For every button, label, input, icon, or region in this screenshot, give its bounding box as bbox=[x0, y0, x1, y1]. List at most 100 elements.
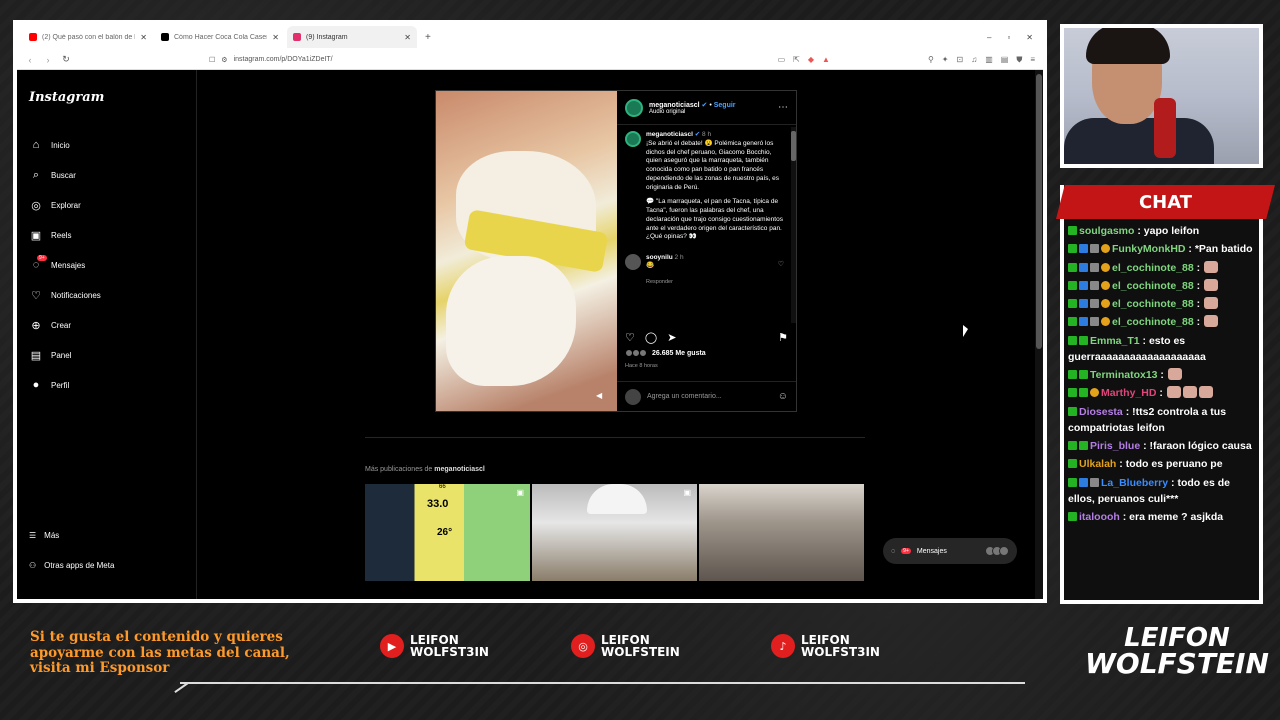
like-icon[interactable]: ♡ bbox=[625, 331, 635, 344]
social-handle: WOLFST3IN bbox=[410, 645, 489, 659]
tiktok-icon: ♪ bbox=[771, 634, 795, 658]
chat-username[interactable]: Marthy_HD bbox=[1101, 387, 1156, 399]
comment-username[interactable]: sooynilu bbox=[646, 254, 673, 261]
emoji-icon[interactable]: ☺ bbox=[778, 391, 788, 402]
sidebar-item-perfil[interactable]: ● Perfil bbox=[29, 370, 101, 400]
pin-icon[interactable]: ⚲ bbox=[928, 55, 934, 65]
tiktok-favicon-icon bbox=[161, 33, 169, 41]
more-posts-user[interactable]: meganoticiascl bbox=[434, 466, 485, 473]
close-tab-icon[interactable]: ✕ bbox=[272, 33, 279, 42]
chat-badge-icon bbox=[1079, 280, 1088, 290]
chat-emote-icon bbox=[1167, 368, 1182, 381]
volume-icon[interactable]: ◀ bbox=[596, 391, 602, 400]
chat-text: yapo leifon bbox=[1143, 225, 1200, 237]
menu-icon[interactable]: ≡ bbox=[1030, 55, 1035, 65]
brave-shield-icon[interactable]: ◆ bbox=[808, 55, 814, 65]
chat-username[interactable]: el_cochinote_88 bbox=[1112, 262, 1194, 274]
cast-icon[interactable]: ▭ bbox=[778, 55, 786, 65]
chat-username[interactable]: Diosesta bbox=[1079, 406, 1123, 418]
follow-button[interactable]: Seguir bbox=[714, 102, 736, 109]
sidebar-item-inicio[interactable]: ⌂ Inicio bbox=[29, 130, 101, 160]
site-info-icon[interactable]: ⚙ bbox=[221, 56, 227, 64]
chat-username[interactable]: el_cochinote_88 bbox=[1112, 280, 1194, 292]
sidebar-item-crear[interactable]: ⊕ Crear bbox=[29, 310, 101, 340]
post-video[interactable]: ◀ bbox=[436, 91, 617, 411]
add-comment-field[interactable]: Agrega un comentario... ☺ bbox=[617, 381, 796, 411]
comments-scrollbar[interactable] bbox=[791, 127, 796, 323]
more-posts-title: Más publicaciones de meganoticiascl bbox=[365, 466, 485, 473]
avatar[interactable] bbox=[625, 254, 641, 271]
chat-badge-icon bbox=[1101, 262, 1110, 272]
forward-icon[interactable]: › bbox=[43, 55, 53, 65]
tab-baloncesto[interactable]: (2) Qué pasó con el balón de baloncesto … bbox=[23, 26, 153, 48]
url-field[interactable]: ☐ ⚙ instagram.com/p/DOYa1iZDeIT/ bbox=[209, 56, 333, 64]
audio-label[interactable]: Audio original bbox=[649, 109, 736, 115]
share-icon[interactable]: ➤ bbox=[667, 331, 676, 344]
chat-message: el_cochinote_88 : bbox=[1068, 260, 1255, 276]
tab-coca-cola[interactable]: Cómo Hacer Coca Cola Casera: Receta ✕ bbox=[155, 26, 285, 48]
post-actions: ♡ ◯ ➤ ⚑ bbox=[625, 331, 788, 344]
chat-username[interactable]: FunkyMonkHD bbox=[1112, 243, 1186, 255]
chat-username[interactable]: el_cochinote_88 bbox=[1112, 298, 1194, 310]
maximize-button[interactable]: ▫ bbox=[1007, 33, 1010, 42]
chat-username[interactable]: Piris_blue bbox=[1090, 440, 1140, 452]
sidebar-item-label: Otras apps de Meta bbox=[44, 560, 115, 570]
post-username[interactable]: meganoticiascl bbox=[649, 102, 700, 109]
post-thumbnail[interactable] bbox=[699, 484, 864, 581]
chat-badge-icon bbox=[1090, 317, 1099, 327]
sidebar-item-reels[interactable]: ▣ Reels bbox=[29, 220, 101, 250]
like-comment-icon[interactable]: ♡ bbox=[778, 260, 784, 285]
chat-username[interactable]: Terminatox13 bbox=[1090, 369, 1158, 381]
close-window-button[interactable]: ✕ bbox=[1026, 33, 1033, 42]
chat-username[interactable]: soulgasmo bbox=[1079, 225, 1134, 237]
more-options-icon[interactable]: ⋯ bbox=[778, 102, 788, 113]
sidebar-item-más[interactable]: ☰ Más bbox=[29, 520, 114, 550]
back-icon[interactable]: ‹ bbox=[25, 55, 35, 65]
close-tab-icon[interactable]: ✕ bbox=[404, 33, 411, 42]
sidebar-icon[interactable]: ▥ bbox=[985, 55, 993, 65]
sidebar-item-otras-apps-de-meta[interactable]: ⚇ Otras apps de Meta bbox=[29, 550, 114, 580]
comment-placeholder: Agrega un comentario... bbox=[647, 393, 722, 400]
chat-username[interactable]: Ulkalah bbox=[1079, 458, 1116, 470]
comment-icon[interactable]: ◯ bbox=[645, 331, 657, 344]
wallet-icon[interactable]: ▤ bbox=[1001, 55, 1009, 65]
media-icon[interactable]: ♫ bbox=[971, 55, 977, 65]
sidebar-item-panel[interactable]: ▤ Panel bbox=[29, 340, 101, 370]
screenshot-icon[interactable]: ⊡ bbox=[957, 55, 964, 65]
sidebar-item-label: Reels bbox=[51, 230, 72, 240]
chat-username[interactable]: italoooh bbox=[1079, 511, 1120, 523]
sidebar-item-buscar[interactable]: ⌕ Buscar bbox=[29, 160, 101, 190]
vpn-icon[interactable]: ⛊ bbox=[1016, 55, 1022, 65]
chat-username[interactable]: Emma_T1 bbox=[1090, 335, 1140, 347]
bookmark-icon[interactable]: ☐ bbox=[209, 56, 215, 64]
share-icon[interactable]: ⇱ bbox=[793, 55, 800, 65]
chat-badge-icon bbox=[1079, 477, 1088, 487]
post-thumbnail[interactable]: 66 33.0 26° ▣ bbox=[365, 484, 530, 581]
reload-icon[interactable]: ↻ bbox=[61, 54, 71, 65]
new-tab-button[interactable]: + bbox=[419, 32, 437, 43]
chat-username[interactable]: el_cochinote_88 bbox=[1112, 316, 1194, 328]
sidebar-item-notificaciones[interactable]: ♡ Notificaciones bbox=[29, 280, 101, 310]
sidebar-item-mensajes[interactable]: ◌ 9+ Mensajes bbox=[29, 250, 101, 280]
avatar[interactable] bbox=[625, 98, 643, 117]
likes-count[interactable]: 26.685 Me gusta bbox=[625, 349, 706, 357]
post-thumbnail[interactable]: ▣ bbox=[532, 484, 697, 581]
tab-instagram[interactable]: (9) Instagram ✕ bbox=[287, 26, 417, 48]
chat-badge-icon bbox=[1101, 244, 1110, 254]
brave-rewards-icon[interactable]: ▲ bbox=[822, 55, 830, 65]
chart-icon: ▤ bbox=[30, 349, 42, 362]
bookmark-icon[interactable]: ⚑ bbox=[778, 331, 788, 344]
page-scrollbar[interactable] bbox=[1035, 70, 1043, 599]
minimize-button[interactable]: – bbox=[987, 33, 991, 42]
close-tab-icon[interactable]: ✕ bbox=[140, 33, 147, 42]
reply-link[interactable]: Responder bbox=[646, 279, 684, 285]
avatar[interactable] bbox=[625, 131, 641, 147]
instagram-logo[interactable]: Instagram bbox=[29, 90, 104, 105]
messages-pill[interactable]: ◌ 9+ Mensajes bbox=[883, 538, 1017, 564]
extension-icon[interactable]: ✦ bbox=[942, 55, 949, 65]
caption-username[interactable]: meganoticiascl bbox=[646, 131, 693, 138]
tab-bar: (2) Qué pasó con el balón de baloncesto … bbox=[17, 24, 1043, 50]
stream-chat: CHAT soulgasmo : yapo leifon FunkyMonkHD … bbox=[1056, 185, 1275, 604]
chat-username[interactable]: La_Blueberry bbox=[1101, 477, 1168, 489]
sidebar-item-explorar[interactable]: ◎ Explorar bbox=[29, 190, 101, 220]
